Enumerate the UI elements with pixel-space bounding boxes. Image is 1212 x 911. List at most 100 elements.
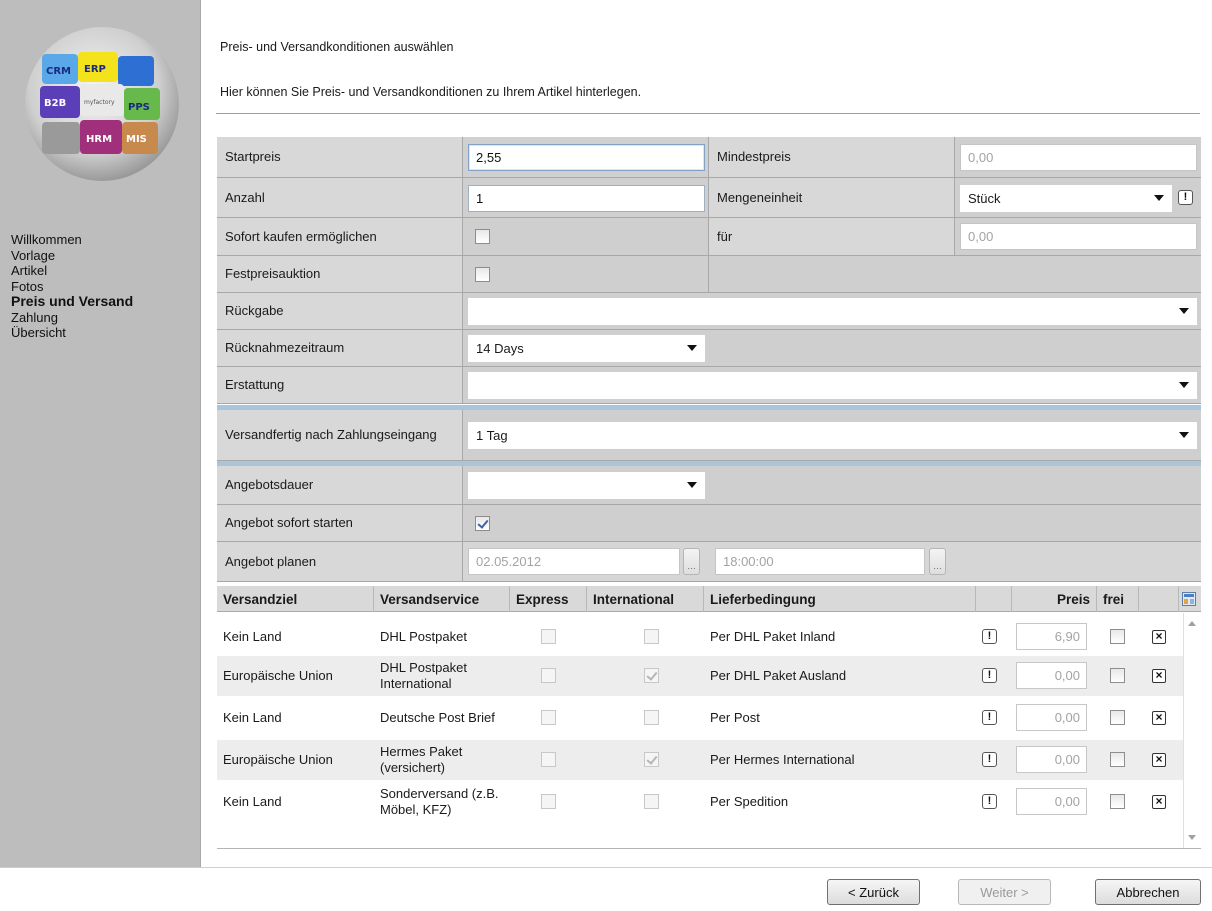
col-lieferbedingung[interactable]: Lieferbedingung bbox=[704, 586, 976, 612]
frei-checkbox[interactable] bbox=[1110, 710, 1125, 725]
table-scrollbar[interactable] bbox=[1183, 613, 1201, 848]
international-checkbox[interactable] bbox=[644, 668, 659, 683]
nav-item[interactable]: Preis und Versand bbox=[11, 293, 133, 310]
angebot-sofort-checkbox[interactable] bbox=[475, 516, 490, 531]
fuer-input[interactable]: 0,00 bbox=[960, 223, 1197, 250]
ruecknahmezeitraum-label: Rücknahmezeitraum bbox=[217, 330, 463, 366]
nav-item[interactable]: Fotos bbox=[11, 279, 133, 295]
logo-hrm: HRM bbox=[86, 134, 112, 145]
international-checkbox[interactable] bbox=[644, 794, 659, 809]
table-row[interactable]: Kein Land Sonderversand (z.B. Möbel, KFZ)… bbox=[217, 782, 1183, 822]
row-angebotsdauer: Angebotsdauer bbox=[217, 466, 1201, 505]
logo-pps: PPS bbox=[128, 102, 150, 113]
nav-item[interactable]: Zahlung bbox=[11, 310, 133, 326]
wizard-nav: Willkommen Vorlage Artikel Fotos Preis und V… bbox=[11, 232, 133, 341]
rueckgabe-select[interactable] bbox=[468, 298, 1197, 325]
international-checkbox[interactable] bbox=[644, 629, 659, 644]
chevron-down-icon bbox=[687, 345, 697, 351]
table-row[interactable]: Kein Land Deutsche Post Brief Per Post! 0,0… bbox=[217, 698, 1183, 738]
versandfertig-select[interactable]: 1 Tag bbox=[468, 422, 1197, 449]
info-exclamation-icon[interactable]: ! bbox=[982, 752, 997, 767]
frei-checkbox[interactable] bbox=[1110, 629, 1125, 644]
back-button[interactable]: < Zurück bbox=[827, 879, 920, 905]
logo-mis: MIS bbox=[126, 134, 147, 145]
delete-row-icon[interactable]: × bbox=[1152, 795, 1166, 809]
angebot-time-input[interactable]: 18:00:00 bbox=[715, 548, 925, 575]
express-checkbox[interactable] bbox=[541, 629, 556, 644]
angebotsdauer-select[interactable] bbox=[468, 472, 705, 499]
fuer-label: für bbox=[709, 218, 955, 255]
nav-item[interactable]: Übersicht bbox=[11, 325, 133, 341]
express-checkbox[interactable] bbox=[541, 710, 556, 725]
scroll-up-icon[interactable] bbox=[1188, 621, 1196, 626]
express-checkbox[interactable] bbox=[541, 752, 556, 767]
date-picker-button[interactable]: … bbox=[683, 548, 700, 575]
angebot-date-input[interactable]: 02.05.2012 bbox=[468, 548, 680, 575]
startpreis-input[interactable]: 2,55 bbox=[468, 144, 705, 171]
nav-item[interactable]: Willkommen bbox=[11, 232, 133, 248]
cancel-button[interactable]: Abbrechen bbox=[1095, 879, 1201, 905]
info-exclamation-icon[interactable]: ! bbox=[982, 710, 997, 725]
table-settings-icon[interactable] bbox=[1182, 592, 1196, 606]
mindestpreis-input[interactable]: 0,00 bbox=[960, 144, 1197, 171]
cell-lieferbedingung: Per DHL Paket Ausland bbox=[710, 668, 847, 683]
cell-lieferbedingung: Per DHL Paket Inland bbox=[710, 629, 836, 644]
mengeneinheit-select[interactable]: Stück bbox=[960, 185, 1172, 212]
versandfertig-value: 1 Tag bbox=[476, 428, 508, 443]
international-checkbox[interactable] bbox=[644, 752, 659, 767]
cell-lieferbedingung: Per Post bbox=[710, 710, 760, 725]
info-exclamation-icon[interactable]: ! bbox=[1178, 190, 1193, 205]
column-chooser[interactable] bbox=[1179, 586, 1201, 612]
ruecknahmezeitraum-value: 14 Days bbox=[476, 341, 524, 356]
delete-row-icon[interactable]: × bbox=[1152, 753, 1166, 767]
time-picker-button[interactable]: … bbox=[929, 548, 946, 575]
cell-versandziel: Europäische Union bbox=[223, 752, 333, 767]
col-info[interactable] bbox=[976, 586, 1012, 612]
table-body: Kein Land DHL Postpaket Per DHL Paket Inla… bbox=[217, 613, 1183, 848]
col-versandservice[interactable]: Versandservice bbox=[374, 586, 510, 612]
chevron-down-icon bbox=[1179, 432, 1189, 438]
delete-row-icon[interactable]: × bbox=[1152, 630, 1166, 644]
express-checkbox[interactable] bbox=[541, 794, 556, 809]
cell-versandziel: Kein Land bbox=[223, 629, 282, 644]
festpreisauktion-checkbox[interactable] bbox=[475, 267, 490, 282]
delete-row-icon[interactable]: × bbox=[1152, 711, 1166, 725]
next-button[interactable]: Weiter > bbox=[958, 879, 1051, 905]
versandfertig-label: Versandfertig nach Zahlungseingang bbox=[217, 410, 463, 460]
erstattung-label: Erstattung bbox=[217, 367, 463, 403]
preis-input[interactable]: 0,00 bbox=[1016, 704, 1087, 731]
frei-checkbox[interactable] bbox=[1110, 752, 1125, 767]
sofort-kaufen-checkbox[interactable] bbox=[475, 229, 490, 244]
nav-item[interactable]: Artikel bbox=[11, 263, 133, 279]
ruecknahmezeitraum-select[interactable]: 14 Days bbox=[468, 335, 705, 362]
col-delete[interactable] bbox=[1139, 586, 1179, 612]
preis-input[interactable]: 0,00 bbox=[1016, 788, 1087, 815]
frei-checkbox[interactable] bbox=[1110, 668, 1125, 683]
info-exclamation-icon[interactable]: ! bbox=[982, 668, 997, 683]
logo-myfactory: myfactory bbox=[84, 99, 115, 106]
info-exclamation-icon[interactable]: ! bbox=[982, 629, 997, 644]
erstattung-select[interactable] bbox=[468, 372, 1197, 399]
table-row[interactable]: Kein Land DHL Postpaket Per DHL Paket Inla… bbox=[217, 617, 1183, 657]
international-checkbox[interactable] bbox=[644, 710, 659, 725]
col-international[interactable]: International bbox=[587, 586, 704, 612]
preis-input[interactable]: 0,00 bbox=[1016, 746, 1087, 773]
col-versandziel[interactable]: Versandziel bbox=[217, 586, 374, 612]
preis-input[interactable]: 0,00 bbox=[1016, 662, 1087, 689]
nav-item[interactable]: Vorlage bbox=[11, 248, 133, 264]
delete-row-icon[interactable]: × bbox=[1152, 669, 1166, 683]
info-exclamation-icon[interactable]: ! bbox=[982, 794, 997, 809]
cell-versandziel: Europäische Union bbox=[223, 668, 333, 683]
col-express[interactable]: Express bbox=[510, 586, 587, 612]
cell-versandservice: DHL Postpaket bbox=[380, 629, 467, 644]
col-preis[interactable]: Preis bbox=[1012, 586, 1097, 612]
express-checkbox[interactable] bbox=[541, 668, 556, 683]
frei-checkbox[interactable] bbox=[1110, 794, 1125, 809]
col-frei[interactable]: frei bbox=[1097, 586, 1139, 612]
anzahl-input[interactable]: 1 bbox=[468, 185, 705, 212]
table-row[interactable]: Europäische Union DHL Postpaket Internati… bbox=[217, 656, 1183, 696]
table-row[interactable]: Europäische Union Hermes Paket (versicher… bbox=[217, 740, 1183, 780]
mindestpreis-label: Mindestpreis bbox=[709, 137, 955, 177]
scroll-down-icon[interactable] bbox=[1188, 835, 1196, 840]
preis-input[interactable]: 6,90 bbox=[1016, 623, 1087, 650]
